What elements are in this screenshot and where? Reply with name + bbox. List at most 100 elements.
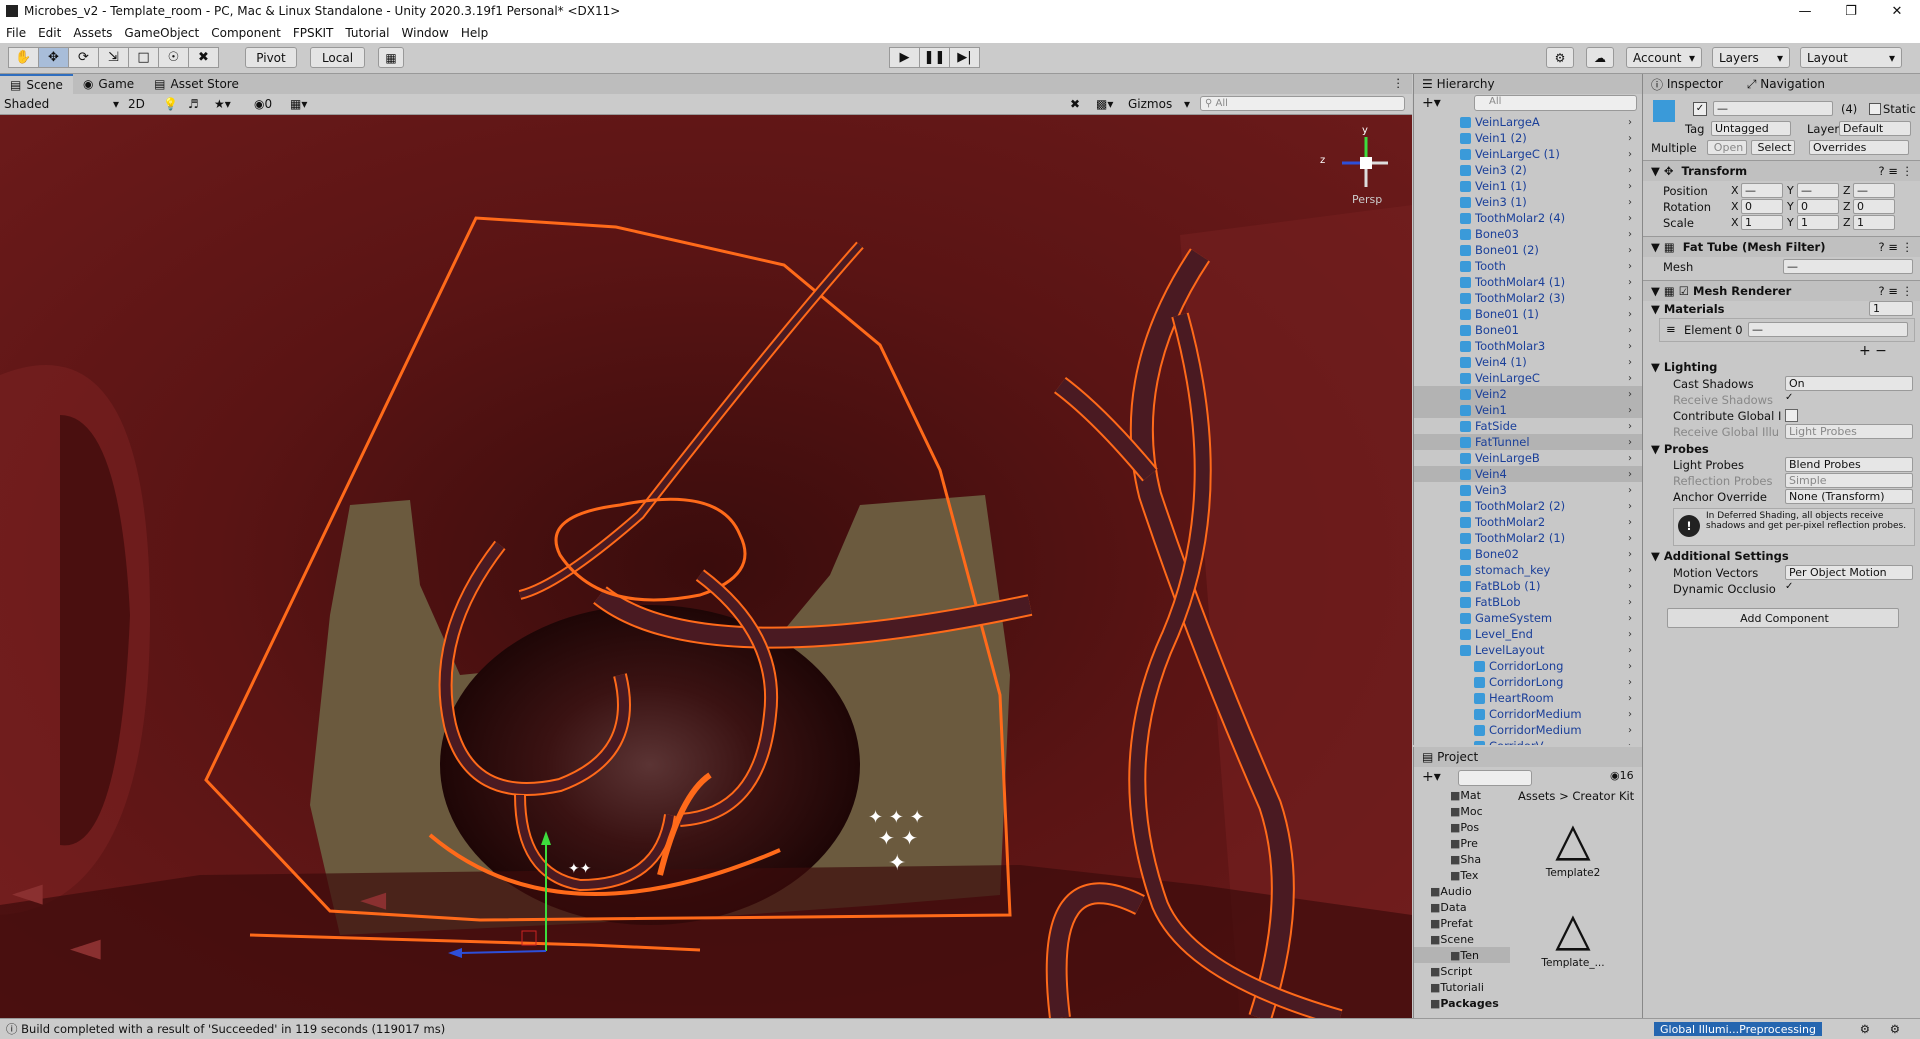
hierarchy-tab[interactable]: ☰ Hierarchy (1414, 74, 1642, 94)
rot-x-field[interactable]: 0 (1741, 199, 1783, 214)
hierarchy-row[interactable]: VeinLargeC (1) › (1414, 146, 1642, 162)
pos-x-field[interactable]: — (1741, 183, 1783, 198)
mesh-filter-header[interactable]: ▼ ▦ Fat Tube (Mesh Filter) ? ≡ ⋮ (1643, 236, 1920, 257)
chevron-right-icon[interactable]: › (1628, 373, 1632, 384)
chevron-right-icon[interactable]: › (1628, 741, 1632, 746)
chevron-right-icon[interactable]: › (1628, 197, 1632, 208)
reflection-probes-dropdown[interactable]: Simple (1785, 473, 1913, 488)
chevron-right-icon[interactable]: › (1628, 341, 1632, 352)
add-component-button[interactable]: Add Component (1667, 608, 1899, 628)
chevron-right-icon[interactable]: › (1628, 325, 1632, 336)
tab-scene[interactable]: ▤ Scene (0, 74, 73, 94)
hierarchy-row[interactable]: HeartRoom › (1414, 690, 1642, 706)
audio-toggle-icon[interactable]: ♬ (188, 95, 199, 113)
chevron-right-icon[interactable]: › (1628, 661, 1632, 672)
hierarchy-row[interactable]: ToothMolar4 (1) › (1414, 274, 1642, 290)
hierarchy-row[interactable]: FatTunnel › (1414, 434, 1642, 450)
chevron-right-icon[interactable]: › (1628, 357, 1632, 368)
chevron-right-icon[interactable]: › (1628, 421, 1632, 432)
hierarchy-row[interactable]: Vein3 (2) › (1414, 162, 1642, 178)
menu-help[interactable]: Help (455, 26, 494, 40)
add-icon[interactable]: +▾ (1422, 95, 1441, 111)
layout-dropdown[interactable]: Layout ▾ (1800, 47, 1902, 68)
element0-field[interactable]: — (1748, 322, 1908, 337)
project-folder-item[interactable]: ■ Ten (1414, 947, 1510, 963)
scl-x-field[interactable]: 1 (1741, 215, 1783, 230)
hierarchy-row[interactable]: Vein4 › (1414, 466, 1642, 482)
chevron-right-icon[interactable]: › (1628, 693, 1632, 704)
breadcrumb-assets[interactable]: Assets (1518, 789, 1555, 803)
grid-toggle-icon[interactable]: ▦▾ (290, 95, 307, 113)
hierarchy-row[interactable]: Bone01 (1) › (1414, 306, 1642, 322)
project-folder-item[interactable]: ■ Pre (1414, 835, 1510, 851)
chevron-right-icon[interactable]: › (1628, 213, 1632, 224)
tab-asset-store[interactable]: ▤ Asset Store (144, 74, 249, 94)
move-tool-icon[interactable]: ✥ (38, 47, 69, 68)
chevron-right-icon[interactable]: › (1628, 245, 1632, 256)
asset-template[interactable]: △ Template_... (1518, 901, 1628, 969)
anchor-override-field[interactable]: None (Transform) (1785, 489, 1913, 504)
receive-shadows-checkbox[interactable]: ✓ (1785, 392, 1793, 403)
shading-dropdown[interactable]: Shaded ▾ (4, 95, 119, 113)
scale-tool-icon[interactable]: ⇲ (98, 47, 129, 68)
orientation-gizmo[interactable]: y z Persp (1318, 125, 1408, 206)
hierarchy-row[interactable]: Tooth › (1414, 258, 1642, 274)
menu-component[interactable]: Component (205, 26, 287, 40)
scl-z-field[interactable]: 1 (1853, 215, 1895, 230)
pos-y-field[interactable]: — (1797, 183, 1839, 198)
menu-assets[interactable]: Assets (67, 26, 118, 40)
tab-inspector[interactable]: Inspector (1667, 77, 1723, 91)
hierarchy-row[interactable]: Bone02 › (1414, 546, 1642, 562)
hierarchy-row[interactable]: Bone01 (2) › (1414, 242, 1642, 258)
hierarchy-row[interactable]: CorridorMedium › (1414, 722, 1642, 738)
play-button-icon[interactable]: ▶ (889, 47, 920, 68)
persp-label[interactable]: Persp (1352, 193, 1382, 206)
hierarchy-row[interactable]: Vein1 (1) › (1414, 178, 1642, 194)
pause-button-icon[interactable]: ❚❚ (919, 47, 950, 68)
mesh-field[interactable]: — (1783, 259, 1913, 274)
gi-progress-badge[interactable]: Global Illumi...Preprocessing (1654, 1022, 1822, 1036)
chevron-right-icon[interactable]: › (1628, 405, 1632, 416)
local-toggle[interactable]: Local (310, 47, 365, 68)
grid-snap-icon[interactable]: ▦ (378, 47, 404, 68)
chevron-right-icon[interactable]: › (1628, 549, 1632, 560)
hierarchy-row[interactable]: ToothMolar2 (2) › (1414, 498, 1642, 514)
rotate-tool-icon[interactable]: ⟳ (68, 47, 99, 68)
project-tab[interactable]: ▤ Project (1414, 747, 1642, 767)
settings-icon[interactable]: ⚙ (1890, 1022, 1900, 1036)
debug-icon[interactable]: ⚙ (1860, 1022, 1870, 1036)
hierarchy-row[interactable]: FatBLob › (1414, 594, 1642, 610)
2d-toggle[interactable]: 2D (128, 95, 145, 113)
chevron-right-icon[interactable]: › (1628, 581, 1632, 592)
cloud-icon[interactable]: ☁ (1586, 47, 1614, 68)
hierarchy-row[interactable]: ToothMolar2 (3) › (1414, 290, 1642, 306)
materials-foldout[interactable]: ▼ Materials (1651, 302, 1725, 316)
hierarchy-row[interactable]: ToothMolar3 › (1414, 338, 1642, 354)
light-probes-dropdown[interactable]: Blend Probes (1785, 457, 1913, 472)
asset-template2[interactable]: △ Template2 (1518, 811, 1628, 879)
collab-icon[interactable]: ⚙ (1546, 47, 1574, 68)
hierarchy-search-input[interactable]: All (1474, 95, 1637, 111)
tab-game[interactable]: ◉ Game (73, 74, 144, 94)
project-folder-item[interactable]: ■ Prefat (1414, 915, 1510, 931)
transform-tool-icon[interactable]: ☉ (158, 47, 189, 68)
tab-navigation[interactable]: Navigation (1760, 77, 1825, 91)
scl-y-field[interactable]: 1 (1797, 215, 1839, 230)
chevron-right-icon[interactable]: › (1628, 149, 1632, 160)
menu-gameobject[interactable]: GameObject (118, 26, 205, 40)
hierarchy-row[interactable]: Level_End › (1414, 626, 1642, 642)
chevron-right-icon[interactable]: › (1628, 645, 1632, 656)
chevron-right-icon[interactable]: › (1628, 117, 1632, 128)
hierarchy-row[interactable]: LevelLayout › (1414, 642, 1642, 658)
rot-y-field[interactable]: 0 (1797, 199, 1839, 214)
dynamic-occlusion-checkbox[interactable]: ✓ (1785, 581, 1793, 592)
lighting-foldout[interactable]: ▼ Lighting (1651, 360, 1717, 374)
hierarchy-row[interactable]: ToothMolar2 › (1414, 514, 1642, 530)
cast-shadows-dropdown[interactable]: On (1785, 376, 1913, 391)
chevron-right-icon[interactable]: › (1628, 469, 1632, 480)
hierarchy-row[interactable]: Vein2 › (1414, 386, 1642, 402)
hierarchy-row[interactable]: Bone01 › (1414, 322, 1642, 338)
chevron-right-icon[interactable]: › (1628, 565, 1632, 576)
chevron-right-icon[interactable]: › (1628, 437, 1632, 448)
hidden-packages-toggle[interactable]: ◉16 (1610, 769, 1634, 782)
